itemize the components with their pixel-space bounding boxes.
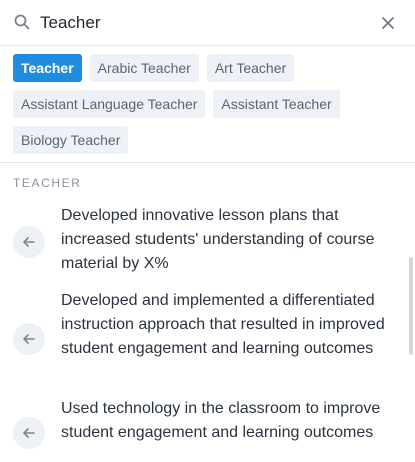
divider xyxy=(0,162,415,163)
chip-row: Assistant Language Teacher Assistant Tea… xyxy=(13,90,405,118)
scrollbar[interactable] xyxy=(409,257,413,355)
chip-assistant-language-teacher[interactable]: Assistant Language Teacher xyxy=(13,90,206,118)
arrow-left-icon xyxy=(23,334,35,344)
add-suggestion-button[interactable] xyxy=(13,323,45,355)
add-suggestion-button[interactable] xyxy=(13,226,45,258)
chip-assistant-teacher[interactable]: Assistant Teacher xyxy=(213,90,340,118)
section-heading: TEACHER xyxy=(13,176,82,190)
chip-arabic-teacher[interactable]: Arabic Teacher xyxy=(89,54,199,82)
suggestion-text: Developed innovative lesson plans that i… xyxy=(61,207,375,272)
suggestion-text: Developed and implemented a differentiat… xyxy=(61,292,385,357)
chip-biology-teacher[interactable]: Biology Teacher xyxy=(13,126,129,154)
search-bar xyxy=(0,0,415,46)
search-icon xyxy=(14,14,30,30)
chip-art-teacher[interactable]: Art Teacher xyxy=(206,54,295,82)
arrow-left-icon xyxy=(23,428,35,438)
add-suggestion-button[interactable] xyxy=(13,417,45,449)
suggestion-text: Used technology in the classroom to impr… xyxy=(61,400,381,441)
chip-row: Teacher Arabic Teacher Art Teacher xyxy=(13,54,405,82)
job-title-chips: Teacher Arabic Teacher Art Teacher Assis… xyxy=(13,54,405,162)
arrow-left-icon xyxy=(23,237,35,247)
chip-row: Biology Teacher xyxy=(13,126,405,154)
chip-teacher[interactable]: Teacher xyxy=(13,54,82,82)
close-icon[interactable] xyxy=(380,15,396,31)
search-input[interactable] xyxy=(40,8,360,38)
